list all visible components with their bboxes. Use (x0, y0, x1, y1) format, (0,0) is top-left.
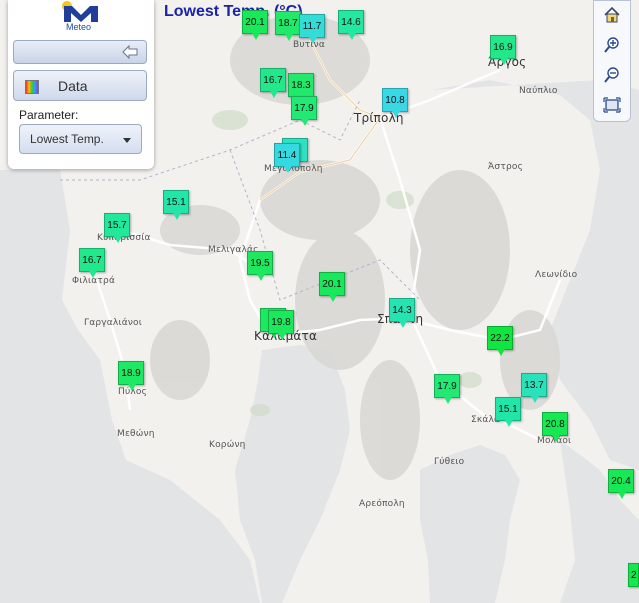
station-marker[interactable]: 17.9 (434, 374, 460, 404)
logo-text: Meteo (66, 22, 92, 32)
station-marker[interactable]: 14.3 (389, 298, 415, 328)
station-marker[interactable]: 18.7 (275, 11, 301, 41)
station-marker[interactable]: 19.8 (268, 310, 294, 340)
parameter-label: Parameter: (19, 108, 79, 122)
full-extent-button[interactable] (600, 93, 624, 117)
zoom-in-icon (604, 37, 619, 53)
station-marker[interactable]: 15.7 (104, 213, 130, 243)
place-label: Μεθώνη (117, 429, 155, 439)
station-marker[interactable]: 16.7 (79, 248, 105, 278)
place-label: Γύθειο (434, 457, 465, 467)
full-extent-icon (603, 97, 621, 113)
station-marker[interactable]: 14.6 (338, 10, 364, 40)
station-marker[interactable]: 11.7 (299, 14, 325, 44)
place-label: Αρεόπολη (359, 499, 405, 509)
station-marker[interactable]: 2 (628, 563, 639, 593)
place-label: Κορώνη (209, 440, 246, 450)
home-icon (604, 6, 620, 23)
arrow-left-icon (122, 45, 138, 59)
station-marker[interactable]: 11.4 (274, 143, 300, 173)
parameter-select[interactable]: Lowest Temp. (19, 124, 142, 154)
place-label: Ναύπλιο (519, 86, 558, 96)
parameter-value: Lowest Temp. (30, 132, 104, 146)
home-button[interactable] (600, 3, 624, 27)
place-label: Γαργαλιάνοι (84, 318, 143, 328)
station-marker[interactable]: 15.1 (495, 397, 521, 427)
map-toolbar (593, 0, 631, 122)
station-marker[interactable]: 17.9 (291, 96, 317, 126)
station-marker[interactable]: 13.7 (521, 373, 547, 403)
station-marker[interactable]: 15.1 (163, 190, 189, 220)
zoom-in-button[interactable] (600, 33, 624, 57)
place-label: Λεωνίδιο (535, 270, 578, 280)
station-marker[interactable]: 20.4 (608, 469, 634, 499)
station-marker[interactable]: 18.9 (118, 361, 144, 391)
station-marker[interactable]: 20.1 (242, 10, 268, 40)
control-panel: Meteo Data Parameter: Lowest Temp. (8, 0, 154, 169)
collapse-panel-button[interactable] (13, 40, 147, 64)
station-marker[interactable]: 20.1 (319, 272, 345, 302)
station-marker[interactable]: 20.8 (542, 412, 568, 442)
data-button-label: Data (58, 78, 88, 94)
data-button[interactable]: Data (13, 70, 147, 101)
station-marker[interactable]: 19.5 (247, 251, 273, 281)
station-marker[interactable]: 18.3 (288, 73, 314, 103)
station-marker[interactable]: 10.8 (382, 88, 408, 118)
station-marker[interactable]: 16.9 (490, 35, 516, 65)
zoom-out-button[interactable] (600, 63, 624, 87)
place-label: Άστρος (488, 162, 524, 172)
station-marker[interactable]: 22.2 (487, 326, 513, 356)
station-marker[interactable]: 16.7 (260, 68, 286, 98)
color-scale-icon (25, 80, 39, 94)
zoom-out-icon (604, 67, 619, 83)
chevron-down-icon (123, 138, 131, 143)
